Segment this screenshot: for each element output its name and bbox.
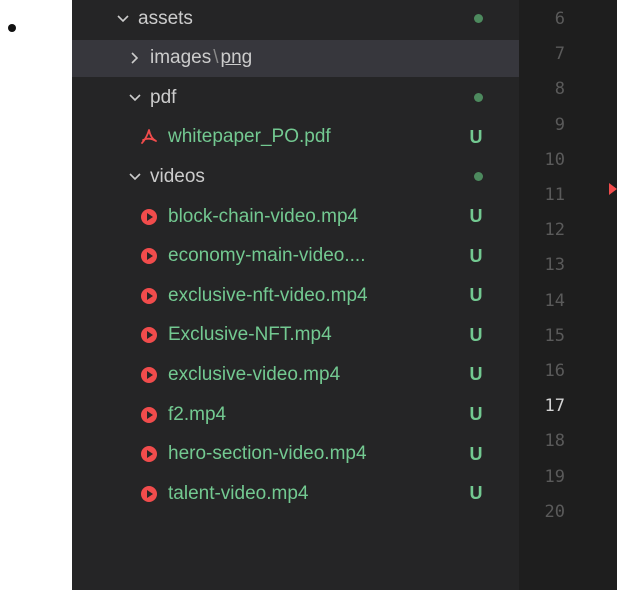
explorer-file-row[interactable]: exclusive-video.mp4 U bbox=[72, 356, 519, 393]
explorer-folder-row[interactable]: images \ png bbox=[72, 39, 519, 77]
chevron-down-icon[interactable] bbox=[128, 170, 142, 184]
line-number: 12 bbox=[544, 220, 565, 241]
line-number: 17 bbox=[544, 396, 565, 417]
line-number: 11 bbox=[544, 185, 565, 205]
explorer-item-label: economy-main-video.... bbox=[168, 245, 366, 267]
line-number: 7 bbox=[554, 44, 565, 65]
vscode-screenshot: assets images \ png pdf whitepaper_PO.pdf Uvid… bbox=[72, 0, 617, 590]
path-separator: \ bbox=[213, 47, 219, 69]
explorer-item-label: pdf bbox=[150, 86, 177, 108]
explorer-file-row[interactable]: block-chain-video.mp4 U bbox=[72, 198, 519, 235]
video-icon bbox=[140, 485, 158, 503]
line-number: 15 bbox=[544, 325, 565, 346]
line-number: 14 bbox=[544, 290, 565, 311]
file-explorer: assets images \ png pdf whitepaper_PO.pdf Uvid… bbox=[72, 0, 519, 590]
video-icon bbox=[140, 208, 158, 226]
line-number: 6 bbox=[554, 9, 565, 29]
git-untracked-badge: U bbox=[469, 206, 483, 226]
line-number: 18 bbox=[544, 431, 565, 452]
video-icon bbox=[140, 366, 158, 384]
video-icon bbox=[140, 445, 158, 463]
explorer-folder-row[interactable]: assets bbox=[72, 0, 519, 37]
git-untracked-badge: U bbox=[469, 324, 483, 345]
explorer-item-label: exclusive-video.mp4 bbox=[168, 363, 341, 385]
git-untracked-badge: U bbox=[469, 364, 483, 385]
pdf-icon bbox=[140, 128, 158, 146]
path-segment: png bbox=[220, 47, 253, 69]
explorer-item-label: block-chain-video.mp4 bbox=[168, 205, 359, 227]
explorer-file-row[interactable]: Exclusive-NFT.mp4 U bbox=[72, 317, 519, 354]
explorer-item-label: images \ png bbox=[150, 47, 252, 69]
explorer-item-label: assets bbox=[138, 7, 193, 29]
git-changes-dot-icon bbox=[474, 93, 483, 103]
git-untracked-badge: U bbox=[469, 483, 483, 504]
video-icon bbox=[140, 406, 158, 424]
git-changes-dot-icon bbox=[474, 172, 483, 182]
video-icon bbox=[140, 326, 158, 344]
path-segment: images bbox=[150, 47, 212, 69]
line-number: 20 bbox=[544, 501, 565, 522]
diff-marker-icon bbox=[609, 183, 617, 195]
video-icon bbox=[140, 247, 158, 265]
explorer-file-row[interactable]: economy-main-video.... U bbox=[72, 238, 519, 275]
line-number: 13 bbox=[544, 255, 565, 276]
explorer-item-label: f2.mp4 bbox=[168, 403, 227, 425]
explorer-file-row[interactable]: whitepaper_PO.pdf U bbox=[72, 119, 519, 156]
git-untracked-badge: U bbox=[469, 285, 483, 306]
chevron-down-icon[interactable] bbox=[116, 12, 130, 26]
editor-line-gutter: 6 7 8 9 10 11 12 13 14 15 16 17 18 19 20 bbox=[519, 0, 617, 590]
chevron-right-icon[interactable] bbox=[128, 51, 142, 65]
explorer-item-label: exclusive-nft-video.mp4 bbox=[168, 284, 368, 306]
video-icon bbox=[140, 287, 158, 305]
explorer-item-label: talent-video.mp4 bbox=[168, 482, 309, 504]
git-untracked-badge: U bbox=[469, 404, 483, 424]
git-untracked-badge: U bbox=[469, 443, 483, 464]
line-number: 19 bbox=[544, 466, 565, 487]
git-changes-dot-icon bbox=[474, 14, 483, 23]
explorer-file-row[interactable]: hero-section-video.mp4 U bbox=[72, 436, 519, 473]
chevron-down-icon[interactable] bbox=[128, 91, 142, 105]
explorer-file-row[interactable]: exclusive-nft-video.mp4 U bbox=[72, 277, 519, 314]
git-untracked-badge: U bbox=[469, 245, 483, 266]
line-number: 10 bbox=[544, 149, 565, 170]
explorer-folder-row[interactable]: videos bbox=[72, 158, 519, 195]
line-number: 16 bbox=[544, 361, 565, 381]
explorer-folder-row[interactable]: pdf bbox=[72, 79, 519, 116]
git-untracked-badge: U bbox=[469, 126, 483, 147]
line-number: 8 bbox=[554, 79, 565, 100]
list-bullet bbox=[8, 24, 16, 32]
explorer-item-label: videos bbox=[150, 165, 205, 187]
explorer-item-label: whitepaper_PO.pdf bbox=[168, 126, 331, 148]
explorer-item-label: Exclusive-NFT.mp4 bbox=[168, 324, 332, 346]
explorer-file-row[interactable]: f2.mp4 U bbox=[72, 396, 519, 433]
explorer-file-row[interactable]: talent-video.mp4 U bbox=[72, 475, 519, 512]
page: assets images \ png pdf whitepaper_PO.pdf Uvid… bbox=[0, 0, 617, 590]
line-number: 9 bbox=[554, 114, 565, 135]
explorer-item-label: hero-section-video.mp4 bbox=[168, 443, 367, 465]
